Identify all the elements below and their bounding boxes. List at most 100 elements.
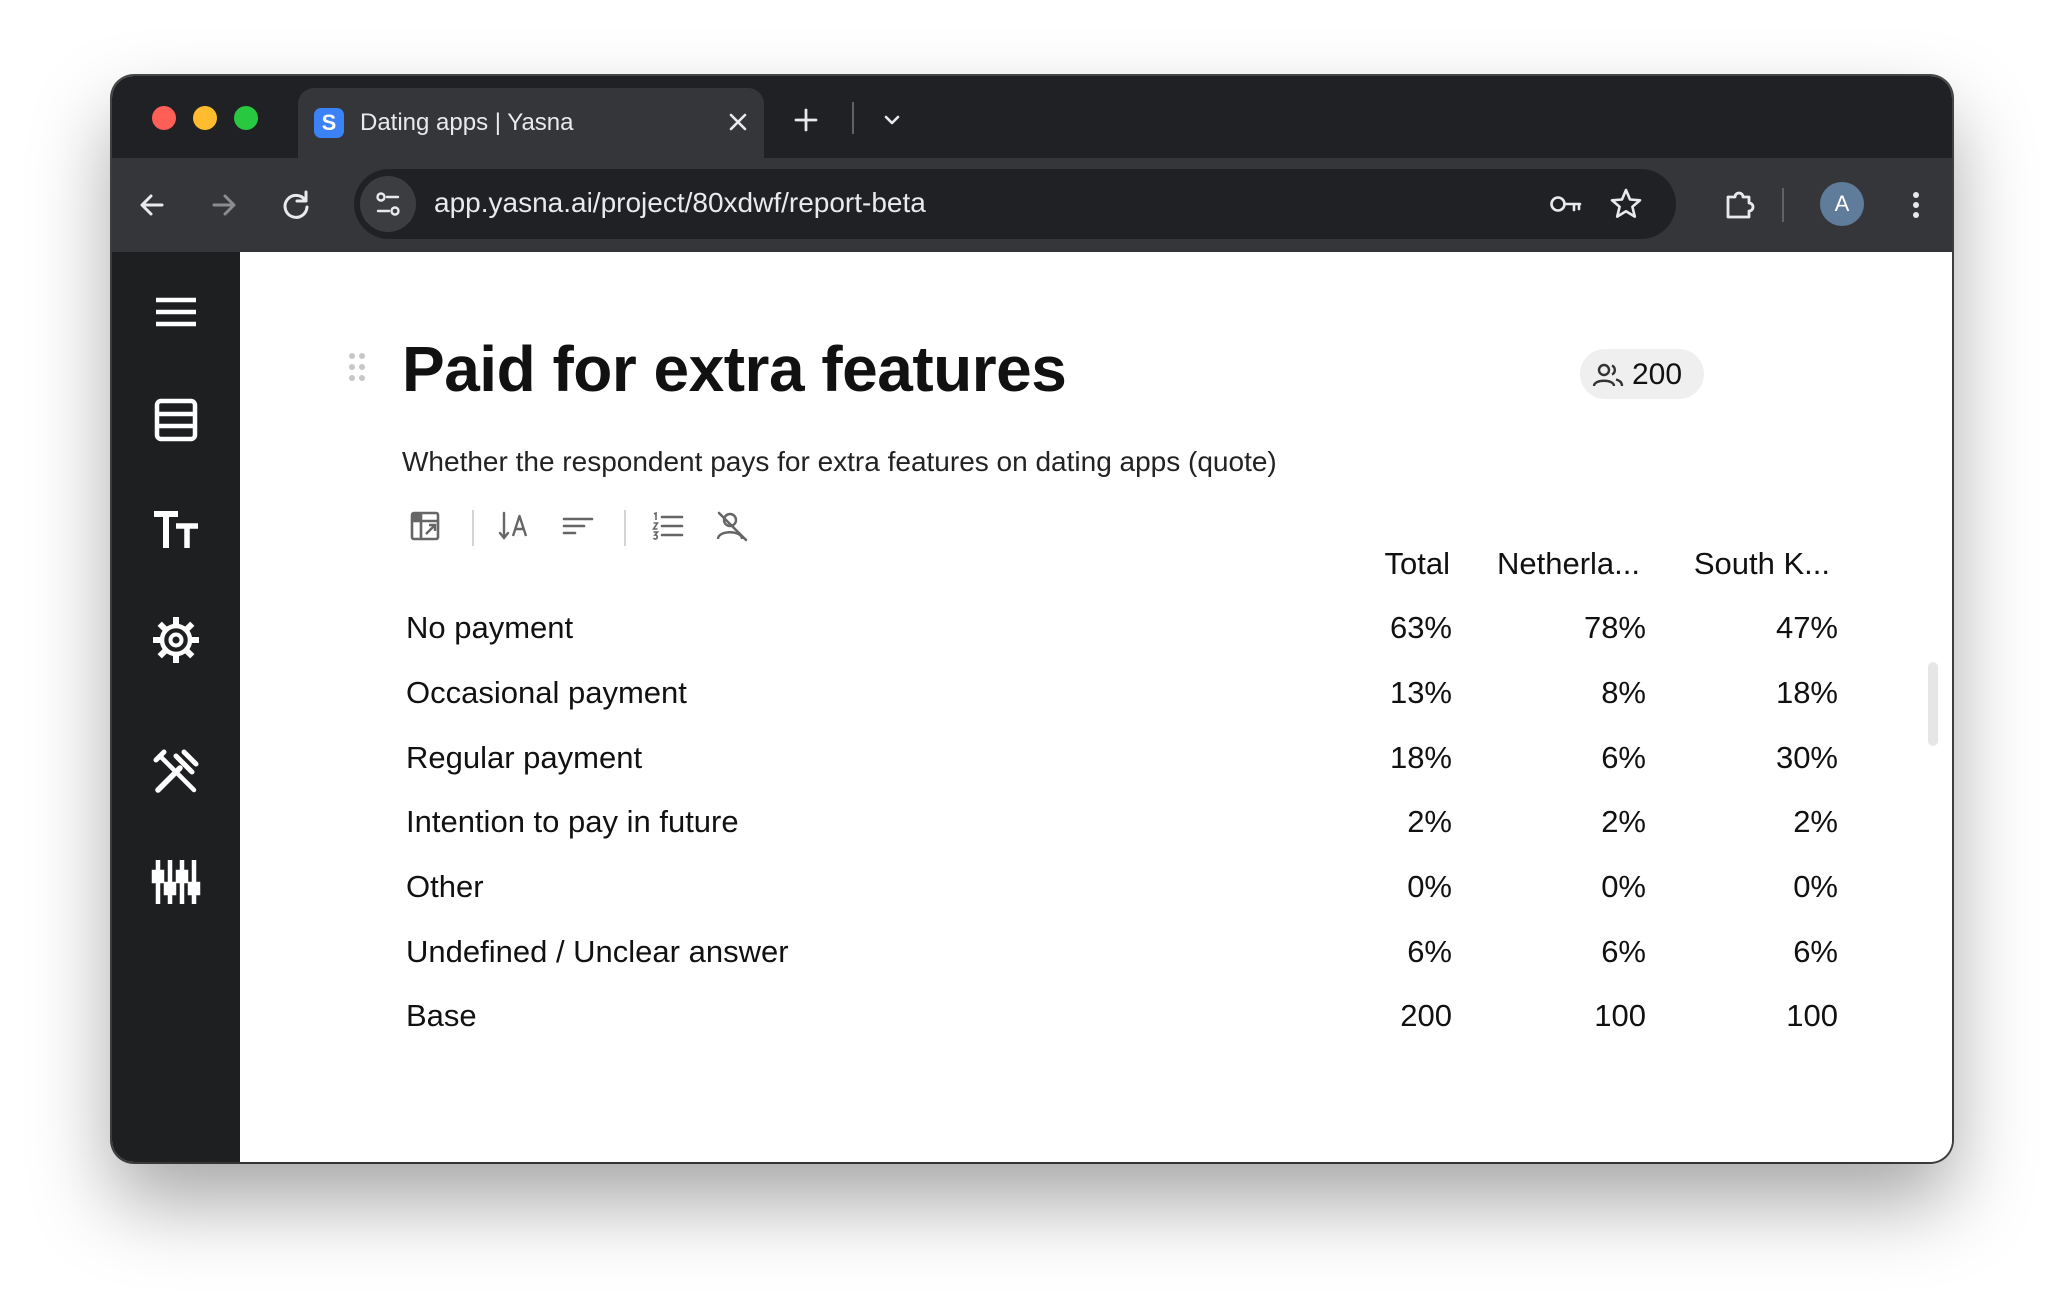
cell-value: 78% xyxy=(1583,610,1646,645)
sliders-icon xyxy=(151,860,201,904)
row-label: Occasional payment xyxy=(406,675,687,710)
column-header-netherlands[interactable]: Netherla... xyxy=(1440,546,1640,582)
bookmark-button[interactable] xyxy=(1606,184,1646,224)
sidebar-item-text[interactable] xyxy=(150,504,202,556)
table-icon xyxy=(154,398,198,442)
users-icon xyxy=(1592,363,1624,387)
browser-menu-button[interactable] xyxy=(1894,183,1938,227)
yasna-favicon-icon: S xyxy=(314,108,344,138)
cell-value: 8% xyxy=(1601,675,1646,710)
sort-icon xyxy=(562,517,594,535)
profile-avatar[interactable]: A xyxy=(1820,182,1864,226)
tab-search-button[interactable] xyxy=(872,100,912,140)
cell-value: 6% xyxy=(1793,934,1838,969)
cell-value: 63% xyxy=(1389,610,1452,645)
row-label: Base xyxy=(406,998,477,1033)
cell-value: 6% xyxy=(1407,934,1452,969)
cell-value: 13% xyxy=(1389,675,1452,710)
new-tab-button[interactable] xyxy=(786,100,826,140)
pivot-button[interactable] xyxy=(408,508,444,544)
drag-handle-icon xyxy=(349,353,365,381)
sidebar-item-settings[interactable] xyxy=(150,614,202,666)
numbered-list-button[interactable] xyxy=(650,508,686,544)
more-vertical-icon xyxy=(1913,192,1919,218)
toolbar-divider xyxy=(624,510,626,546)
row-label: Intention to pay in future xyxy=(406,804,739,839)
cell-value: 2% xyxy=(1793,804,1838,839)
tab-bar: S Dating apps | Yasna xyxy=(112,76,1952,158)
maximize-window-button[interactable] xyxy=(234,106,258,130)
extensions-button[interactable] xyxy=(1718,183,1762,227)
column-header-south-korea[interactable]: South K... xyxy=(1630,546,1830,582)
tab-title: Dating apps | Yasna xyxy=(360,109,574,136)
settings-icon xyxy=(153,617,199,663)
tab-separator xyxy=(852,102,854,134)
cell-value: 100 xyxy=(1786,998,1838,1033)
site-info-button[interactable] xyxy=(360,176,416,232)
tune-icon xyxy=(376,192,400,216)
url-text[interactable]: app.yasna.ai/project/80xdwf/report-beta xyxy=(434,187,926,219)
text-size-icon xyxy=(154,511,198,548)
browser-window: S Dating apps | Yasna app.yasna.ai/proje… xyxy=(112,76,1952,1162)
close-icon xyxy=(729,113,747,131)
report-content: Paid for extra features 200 Whether the … xyxy=(240,252,1952,1162)
column-header-total[interactable]: Total xyxy=(1290,546,1450,582)
active-tab[interactable]: S Dating apps | Yasna xyxy=(298,88,764,158)
address-bar[interactable]: app.yasna.ai/project/80xdwf/report-beta xyxy=(354,169,1676,239)
hide-empty-button[interactable] xyxy=(714,508,750,544)
forward-button[interactable] xyxy=(202,183,246,227)
row-label: No payment xyxy=(406,610,574,645)
back-button[interactable] xyxy=(130,183,174,227)
cell-value: 0% xyxy=(1793,869,1838,904)
chevron-down-icon xyxy=(884,115,900,125)
sidebar-item-tools[interactable] xyxy=(150,746,202,798)
menu-icon xyxy=(156,297,196,327)
toolbar-separator xyxy=(1782,188,1784,222)
sort-alphabetical-button[interactable] xyxy=(496,508,532,544)
reload-icon xyxy=(283,190,309,219)
browser-toolbar: app.yasna.ai/project/80xdwf/report-beta … xyxy=(112,158,1952,252)
cell-value: 47% xyxy=(1775,610,1838,645)
puzzle-icon xyxy=(1726,191,1755,219)
star-icon xyxy=(1610,188,1642,218)
key-icon xyxy=(1550,196,1582,212)
arrow-right-icon xyxy=(212,194,236,216)
page-title: Paid for extra features xyxy=(402,333,1067,405)
scrollbar-thumb[interactable] xyxy=(1928,662,1938,746)
cell-value: 30% xyxy=(1775,740,1838,775)
row-label: Other xyxy=(406,869,484,904)
cell-value: 100 xyxy=(1594,998,1646,1033)
pivot-icon xyxy=(410,511,440,541)
sort-alpha-icon xyxy=(498,511,528,540)
close-tab-button[interactable] xyxy=(718,102,758,142)
cell-value: 18% xyxy=(1389,740,1452,775)
cell-value: 200 xyxy=(1400,998,1452,1033)
cell-value: 6% xyxy=(1601,934,1646,969)
drag-handle[interactable] xyxy=(348,352,366,382)
arrow-left-icon xyxy=(140,194,164,216)
sidebar-item-filters[interactable] xyxy=(150,856,202,908)
close-window-button[interactable] xyxy=(152,106,176,130)
numbered-list-icon xyxy=(652,511,684,540)
sort-button[interactable] xyxy=(560,508,596,544)
plus-icon xyxy=(794,108,818,132)
minimize-window-button[interactable] xyxy=(193,106,217,130)
respondent-count-badge: 200 xyxy=(1580,349,1704,399)
tools-icon xyxy=(153,749,199,793)
toolbar-divider xyxy=(472,510,474,546)
cell-value: 2% xyxy=(1601,804,1646,839)
cell-value: 0% xyxy=(1601,869,1646,904)
respondent-count: 200 xyxy=(1632,358,1683,391)
password-manager-button[interactable] xyxy=(1546,184,1586,224)
question-description: Whether the respondent pays for extra fe… xyxy=(402,446,1277,477)
row-label: Undefined / Unclear answer xyxy=(406,934,789,969)
cell-value: 6% xyxy=(1601,740,1646,775)
app-sidebar xyxy=(112,252,240,1162)
sidebar-item-tables[interactable] xyxy=(150,394,202,446)
row-label: Regular payment xyxy=(406,740,643,775)
menu-button[interactable] xyxy=(150,286,202,338)
hide-empty-icon xyxy=(716,511,748,542)
cell-value: 18% xyxy=(1775,675,1838,710)
cell-value: 2% xyxy=(1407,804,1452,839)
reload-button[interactable] xyxy=(274,183,318,227)
